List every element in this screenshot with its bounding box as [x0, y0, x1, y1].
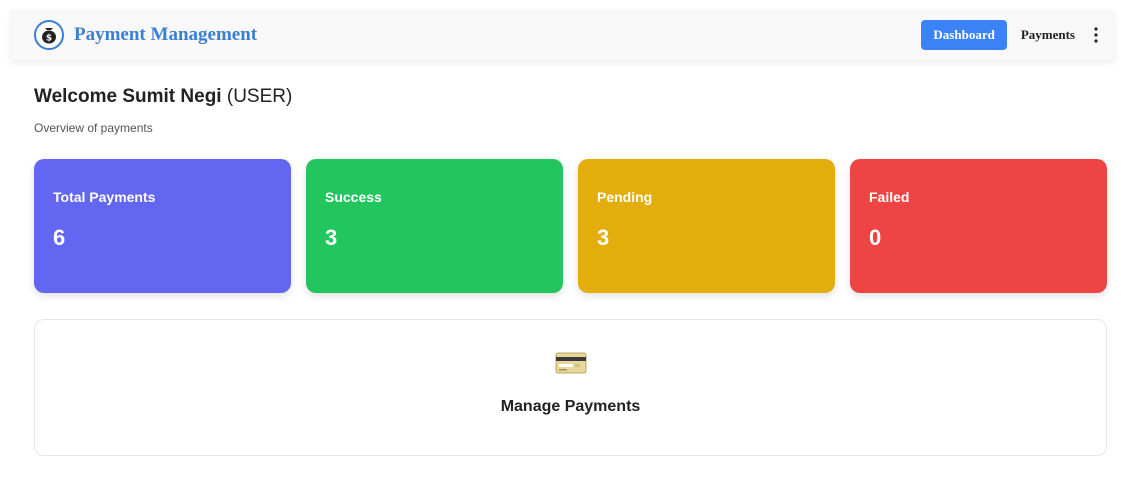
page-subtitle: Overview of payments — [34, 121, 153, 135]
money-bag-icon: $ — [34, 20, 64, 50]
stat-value: 6 — [53, 225, 66, 250]
stats-cards: Total Payments 6 Success 3 Pending 3 Fai… — [34, 159, 1107, 293]
stat-label: Success — [325, 189, 382, 205]
nav-actions: Dashboard Payments — [921, 20, 1103, 50]
stat-card-pending: Pending 3 — [578, 159, 835, 293]
stat-value: 3 — [325, 225, 338, 250]
stat-card-success: Success 3 — [306, 159, 563, 293]
svg-text:$: $ — [46, 34, 52, 44]
top-navbar: $ Payment Management Dashboard Payments — [10, 10, 1115, 60]
dashboard-nav-button[interactable]: Dashboard — [921, 20, 1007, 50]
stat-label: Total Payments — [53, 189, 156, 205]
user-name: Sumit Negi — [122, 86, 222, 107]
kebab-menu-icon[interactable] — [1089, 22, 1103, 48]
manage-payments-label: Manage Payments — [500, 398, 641, 415]
stat-label: Failed — [869, 189, 910, 205]
user-role: (USER) — [226, 86, 293, 107]
stat-card-failed: Failed 0 — [850, 159, 1107, 293]
brand[interactable]: $ Payment Management — [34, 20, 257, 50]
credit-card-icon — [555, 352, 587, 374]
stat-value: 3 — [597, 225, 610, 250]
welcome-prefix: Welcome — [34, 86, 118, 107]
brand-title: Payment Management — [74, 24, 258, 45]
stat-card-total: Total Payments 6 — [34, 159, 291, 293]
payments-nav-link[interactable]: Payments — [1017, 20, 1079, 50]
stat-value: 0 — [869, 225, 882, 250]
welcome-heading: Welcome Sumit Negi (USER) — [34, 86, 292, 108]
stat-label: Pending — [597, 189, 653, 205]
manage-payments-panel[interactable]: Manage Payments — [34, 319, 1107, 456]
